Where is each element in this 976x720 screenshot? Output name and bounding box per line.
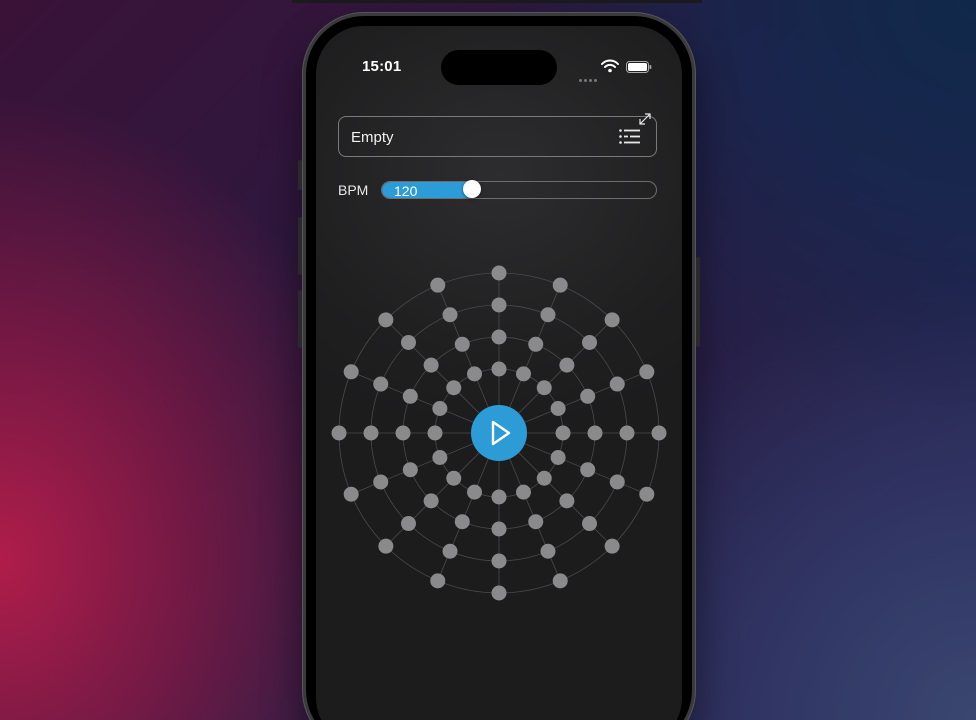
- sequencer-step[interactable]: [491, 329, 507, 345]
- sequencer-step[interactable]: [373, 376, 389, 392]
- sequencer-step[interactable]: [331, 425, 347, 441]
- sequencer-step[interactable]: [343, 486, 359, 502]
- phone-frame: 15:01 Empty BPM 120: [298, 12, 700, 720]
- sequencer-step[interactable]: [639, 364, 655, 380]
- app-screen: 15:01 Empty BPM 120: [316, 26, 682, 720]
- sequencer-step[interactable]: [559, 493, 575, 509]
- sequencer-step[interactable]: [552, 573, 568, 589]
- sequencer-step[interactable]: [423, 357, 439, 373]
- sequencer-step[interactable]: [515, 484, 531, 500]
- sequencer-step[interactable]: [639, 486, 655, 502]
- sequencer-step[interactable]: [604, 312, 620, 328]
- sequencer-step[interactable]: [609, 474, 625, 490]
- sequencer-step[interactable]: [491, 297, 507, 313]
- step-sequencer-wheel: [331, 265, 667, 601]
- sequencer-step[interactable]: [423, 493, 439, 509]
- sequencer-step[interactable]: [454, 514, 470, 530]
- sequencer-step[interactable]: [395, 425, 411, 441]
- sequencer-step[interactable]: [427, 425, 443, 441]
- sequencer-step[interactable]: [528, 336, 544, 352]
- sequencer-step[interactable]: [400, 516, 416, 532]
- sequencer-step[interactable]: [467, 484, 483, 500]
- sequencer-step[interactable]: [604, 538, 620, 554]
- sequencer-step[interactable]: [491, 521, 507, 537]
- sequencer-step[interactable]: [587, 425, 603, 441]
- sequencer-step[interactable]: [609, 376, 625, 392]
- sequencer-step[interactable]: [552, 277, 568, 293]
- sequencer-step[interactable]: [446, 470, 462, 486]
- window-edge: [292, 0, 702, 3]
- sequencer-step[interactable]: [651, 425, 667, 441]
- sequencer-step[interactable]: [536, 380, 552, 396]
- play-button[interactable]: [471, 405, 527, 461]
- sequencer-step[interactable]: [582, 516, 598, 532]
- sequencer-step[interactable]: [430, 277, 446, 293]
- volume-up-button: [298, 217, 302, 275]
- sequencer-step[interactable]: [446, 380, 462, 396]
- sequencer-step[interactable]: [582, 334, 598, 350]
- sequencer-step[interactable]: [442, 543, 458, 559]
- power-button: [696, 257, 700, 347]
- sequencer-step[interactable]: [378, 538, 394, 554]
- sequencer-step[interactable]: [528, 514, 544, 530]
- sequencer-step[interactable]: [536, 470, 552, 486]
- action-button: [298, 160, 302, 190]
- sequencer-step[interactable]: [343, 364, 359, 380]
- sequencer-step[interactable]: [559, 357, 575, 373]
- sequencer-step[interactable]: [580, 388, 596, 404]
- volume-down-button: [298, 290, 302, 348]
- sequencer-step[interactable]: [363, 425, 379, 441]
- sequencer-step[interactable]: [402, 462, 418, 478]
- play-icon: [491, 420, 511, 446]
- sequencer-step[interactable]: [515, 366, 531, 382]
- sequencer-step[interactable]: [467, 366, 483, 382]
- sequencer-step[interactable]: [491, 585, 507, 601]
- sequencer-step[interactable]: [454, 336, 470, 352]
- sequencer-step[interactable]: [430, 573, 446, 589]
- sequencer-step[interactable]: [540, 307, 556, 323]
- sequencer-step[interactable]: [491, 553, 507, 569]
- sequencer-step[interactable]: [491, 265, 507, 281]
- sequencer-step[interactable]: [491, 361, 507, 377]
- sequencer-step[interactable]: [619, 425, 635, 441]
- sequencer-step[interactable]: [400, 334, 416, 350]
- sequencer-step[interactable]: [442, 307, 458, 323]
- sequencer-step[interactable]: [580, 462, 596, 478]
- sequencer-step[interactable]: [540, 543, 556, 559]
- sequencer-step[interactable]: [432, 401, 448, 417]
- sequencer-step[interactable]: [491, 489, 507, 505]
- sequencer-step[interactable]: [550, 449, 566, 465]
- sequencer-step[interactable]: [378, 312, 394, 328]
- sequencer-step[interactable]: [402, 388, 418, 404]
- sequencer-step[interactable]: [555, 425, 571, 441]
- sequencer-step[interactable]: [373, 474, 389, 490]
- sequencer-step[interactable]: [550, 401, 566, 417]
- sequencer-step[interactable]: [432, 449, 448, 465]
